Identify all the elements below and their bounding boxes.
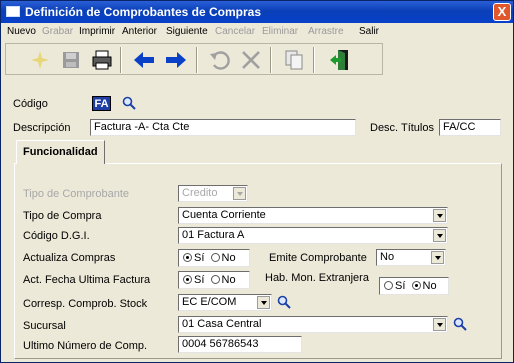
emite-comprobante-label: Emite Comprobante xyxy=(269,252,367,264)
menu-cancelar[interactable]: Cancelar xyxy=(215,26,255,37)
act-fecha-radio: Sí No xyxy=(178,271,250,289)
arrow-right-icon[interactable] xyxy=(164,48,188,72)
menu-bar: Nuevo Grabar Imprimir Anterior Siguiente… xyxy=(1,23,513,40)
radio-no-label: No xyxy=(221,252,236,264)
corresp-value: EC E/COM xyxy=(182,296,237,308)
undo-icon[interactable] xyxy=(208,48,232,72)
descripcion-input[interactable]: Factura -A- Cta Cte xyxy=(90,119,356,136)
corresp-label: Corresp. Comprob. Stock xyxy=(23,298,148,310)
ultimo-numero-label: Ultimo Número de Comp. xyxy=(23,340,148,352)
sucursal-label: Sucursal xyxy=(23,320,66,332)
radio-si-label: Sí xyxy=(194,274,205,286)
tipo-comprobante-select[interactable]: Credito xyxy=(178,185,248,202)
exit-door-icon[interactable] xyxy=(328,48,352,72)
toolbar-separator xyxy=(196,47,198,73)
chevron-down-icon[interactable] xyxy=(433,318,446,331)
radio-no-label: No xyxy=(221,274,236,286)
codigo-label: Código xyxy=(13,98,48,110)
emite-comprobante-select[interactable]: No xyxy=(376,249,446,266)
copy-icon[interactable] xyxy=(282,48,306,72)
radio-no[interactable] xyxy=(210,253,220,262)
toolbar-separator xyxy=(313,47,315,73)
codigo-dgi-label: Código D.G.I. xyxy=(23,230,90,242)
tab-funcionalidad[interactable]: Funcionalidad xyxy=(16,140,105,164)
sucursal-value: 01 Casa Central xyxy=(182,318,262,330)
menu-arrastre[interactable]: Arrastre xyxy=(308,26,344,37)
tipo-comprobante-label: Tipo de Comprobante xyxy=(23,188,129,200)
tipo-compra-label: Tipo de Compra xyxy=(23,210,102,222)
radio-si[interactable] xyxy=(384,281,393,290)
chevron-down-icon[interactable] xyxy=(433,229,446,242)
radio-si-selected[interactable] xyxy=(183,275,192,284)
menu-anterior[interactable]: Anterior xyxy=(122,26,157,37)
descripcion-label: Descripción xyxy=(13,122,71,134)
title-bar: Definición de Comprobantes de Compras X xyxy=(1,1,513,23)
actualiza-compras-label: Actualiza Compras xyxy=(23,252,116,264)
app-window: Definición de Comprobantes de Compras X … xyxy=(0,0,514,363)
actualiza-compras-radio: Sí No xyxy=(178,249,250,267)
close-button[interactable]: X xyxy=(493,3,511,21)
menu-grabar[interactable]: Grabar xyxy=(42,26,73,37)
sucursal-select[interactable]: 01 Casa Central xyxy=(178,316,448,333)
hab-mon-radio: Sí No xyxy=(379,277,449,295)
window-icon xyxy=(6,6,20,17)
desc-titulos-label: Desc. Títulos xyxy=(370,122,434,134)
chevron-down-icon[interactable] xyxy=(257,296,270,309)
menu-nuevo[interactable]: Nuevo xyxy=(7,26,36,37)
chevron-down-icon[interactable] xyxy=(433,209,446,222)
arrow-left-icon[interactable] xyxy=(132,48,156,72)
emite-comprobante-value: No xyxy=(380,251,395,263)
radio-si-selected[interactable] xyxy=(183,253,192,262)
radio-no[interactable] xyxy=(210,275,220,284)
search-icon[interactable] xyxy=(277,295,291,309)
menu-siguiente[interactable]: Siguiente xyxy=(166,26,208,37)
save-icon[interactable] xyxy=(59,48,83,72)
radio-no-label: No xyxy=(422,280,437,292)
codigo-dgi-value: 01 Factura A xyxy=(182,229,245,241)
menu-imprimir[interactable]: Imprimir xyxy=(79,26,115,37)
ultimo-numero-input[interactable]: 0004 56786543 xyxy=(178,336,302,353)
radio-si-label: Sí xyxy=(395,280,406,292)
toolbar-separator xyxy=(120,47,122,73)
desc-titulos-input[interactable]: FA/CC xyxy=(439,119,501,136)
menu-salir[interactable]: Salir xyxy=(359,26,379,37)
menu-eliminar[interactable]: Eliminar xyxy=(262,26,298,37)
codigo-field[interactable]: FA xyxy=(92,96,111,111)
toolbar xyxy=(5,43,383,75)
tipo-compra-select[interactable]: Cuenta Corriente xyxy=(178,207,448,224)
delete-icon[interactable] xyxy=(239,48,263,72)
tipo-comprobante-value: Credito xyxy=(182,187,218,199)
radio-no-selected[interactable] xyxy=(411,281,421,290)
window-title: Definición de Comprobantes de Compras xyxy=(25,5,262,19)
hab-mon-label: Hab. Mon. Extranjera xyxy=(265,272,369,284)
search-icon[interactable] xyxy=(122,96,136,110)
corresp-select[interactable]: EC E/COM xyxy=(178,294,272,311)
tipo-compra-value: Cuenta Corriente xyxy=(182,209,266,221)
act-fecha-label: Act. Fecha Ultima Factura xyxy=(23,274,151,286)
new-icon[interactable] xyxy=(28,48,52,72)
search-icon[interactable] xyxy=(453,317,467,331)
codigo-dgi-select[interactable]: 01 Factura A xyxy=(178,227,448,244)
print-icon[interactable] xyxy=(90,48,114,72)
chevron-down-icon[interactable] xyxy=(233,187,246,200)
toolbar-separator xyxy=(270,47,272,73)
radio-si-label: Sí xyxy=(194,252,205,264)
chevron-down-icon[interactable] xyxy=(431,251,444,264)
